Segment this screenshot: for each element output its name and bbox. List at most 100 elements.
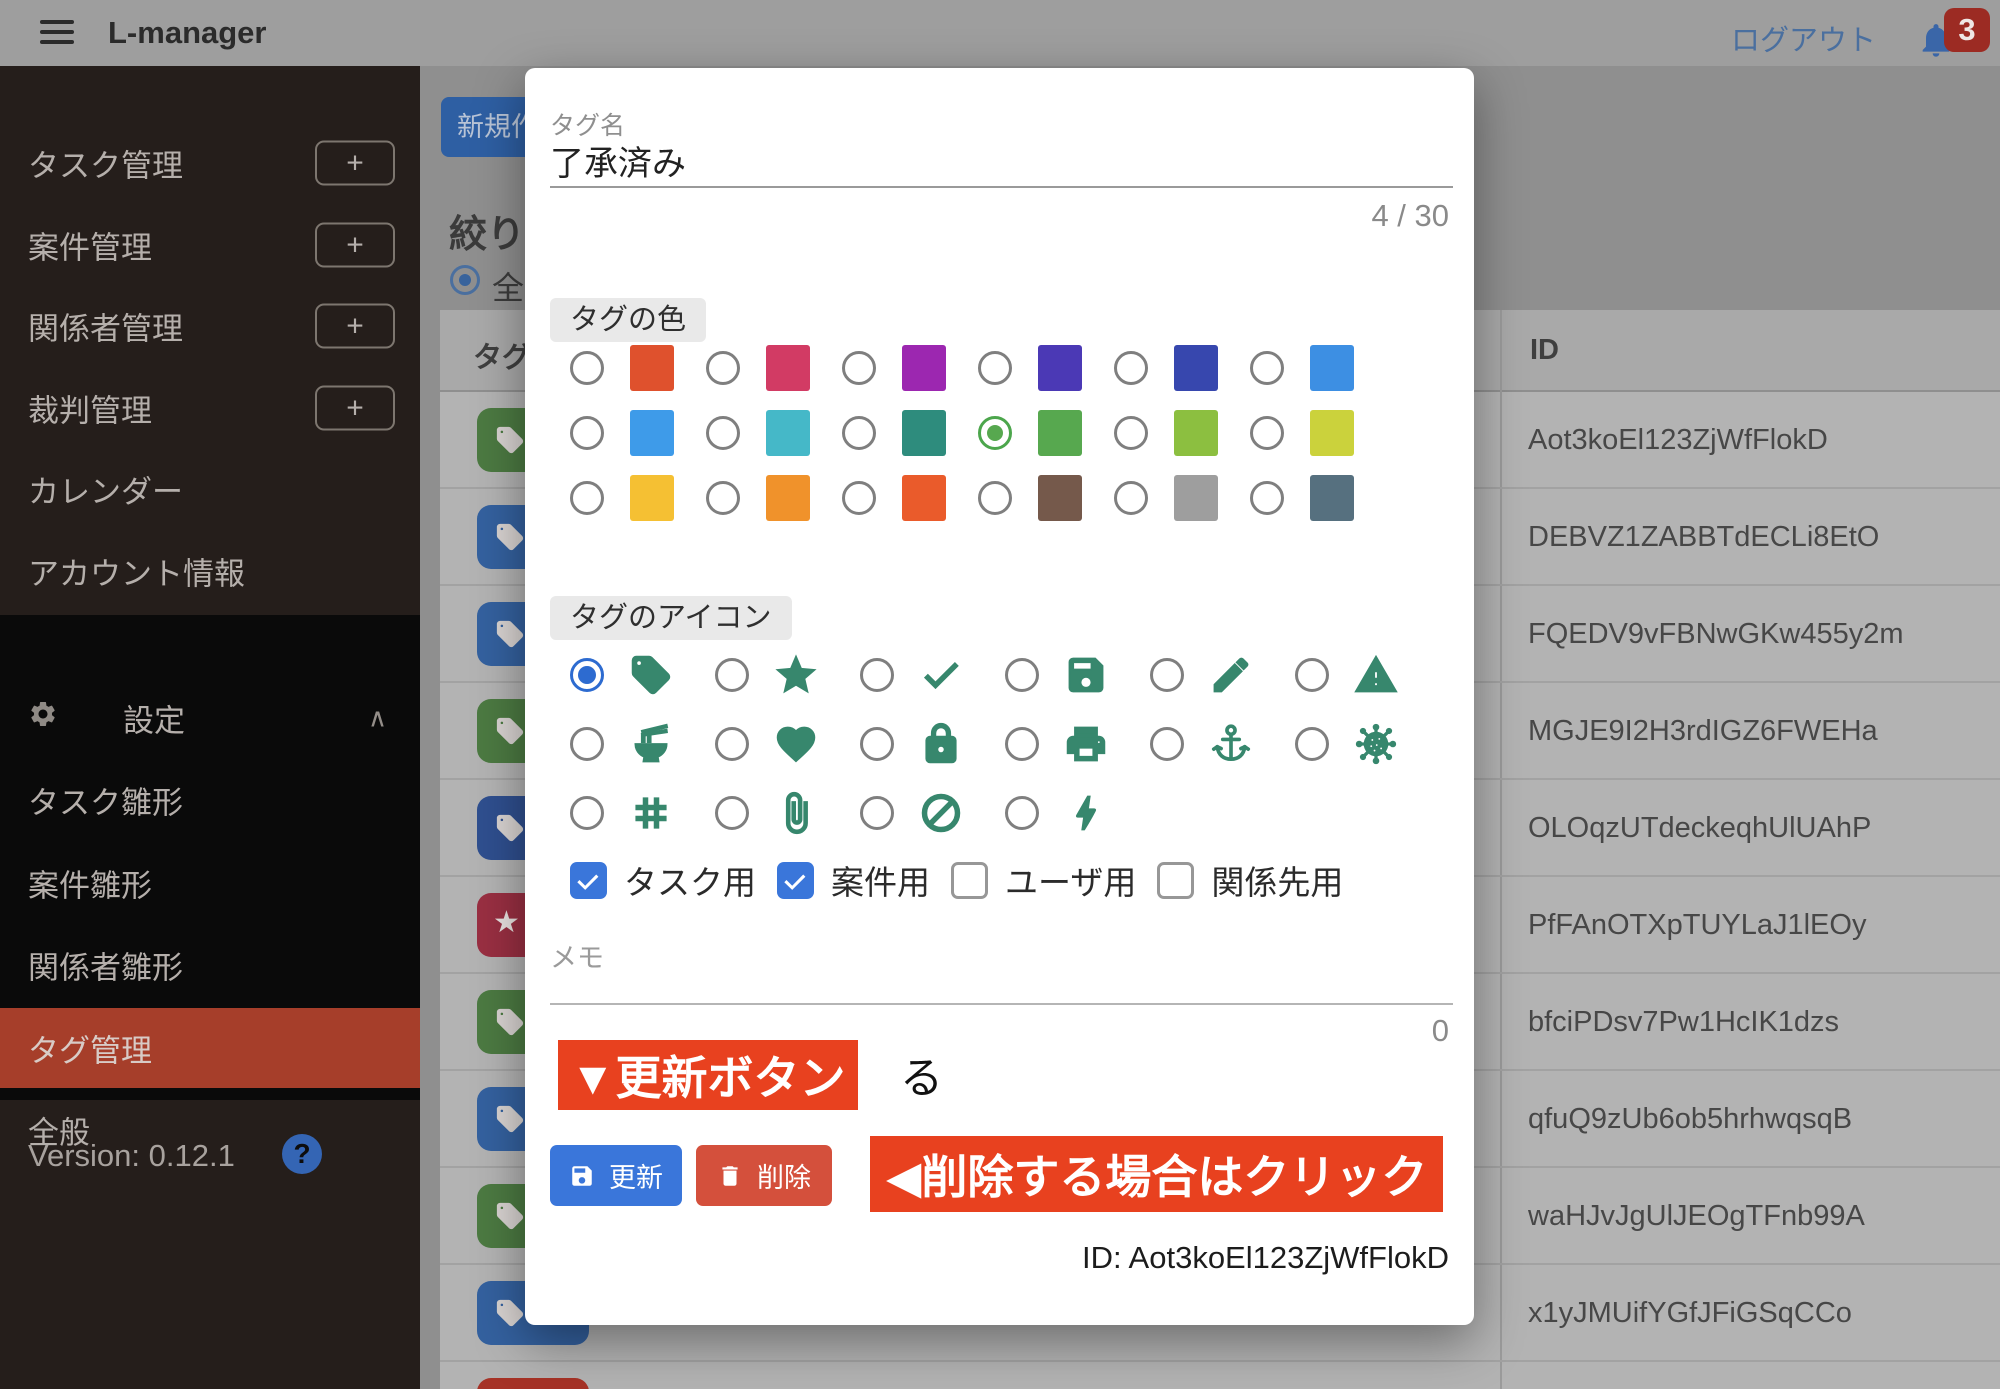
sidebar-item[interactable]: カレンダー bbox=[0, 449, 420, 529]
color-option bbox=[570, 465, 706, 530]
icon-radio[interactable] bbox=[570, 796, 604, 830]
icon-radio[interactable] bbox=[1005, 727, 1039, 761]
help-icon[interactable]: ? bbox=[282, 1134, 322, 1174]
icon-radio[interactable] bbox=[1005, 796, 1039, 830]
sidebar-item-settings[interactable]: 設定 ∧ bbox=[0, 678, 420, 758]
color-swatch[interactable] bbox=[1174, 410, 1218, 456]
add-button[interactable]: + bbox=[315, 304, 395, 349]
ramen-icon bbox=[629, 722, 673, 766]
color-radio-selected[interactable] bbox=[978, 416, 1012, 450]
usage-checkbox-item[interactable]: ユーザ用 bbox=[951, 856, 1136, 904]
color-swatch[interactable] bbox=[766, 345, 810, 391]
sidebar-item[interactable]: 関係者管理 + bbox=[0, 286, 420, 366]
sidebar-item-sub[interactable]: 関係者雛形 bbox=[0, 925, 420, 1005]
color-radio[interactable] bbox=[978, 351, 1012, 385]
icon-radio[interactable] bbox=[1150, 658, 1184, 692]
icon-radio[interactable] bbox=[570, 727, 604, 761]
tag-id-cell: bfciPDsv7Pw1HcIK1dzs bbox=[1528, 1006, 1839, 1039]
color-swatch[interactable] bbox=[766, 475, 810, 521]
color-radio[interactable] bbox=[570, 481, 604, 515]
tag-icon bbox=[495, 1298, 525, 1328]
color-radio[interactable] bbox=[706, 416, 740, 450]
icon-radio[interactable] bbox=[860, 796, 894, 830]
icon-option bbox=[1005, 640, 1150, 709]
color-swatch[interactable] bbox=[630, 410, 674, 456]
table-row[interactable] bbox=[440, 1362, 2000, 1389]
sidebar-item-sub[interactable]: タスク雛形 bbox=[0, 760, 420, 840]
color-radio[interactable] bbox=[1114, 481, 1148, 515]
icon-radio[interactable] bbox=[1005, 658, 1039, 692]
color-swatch[interactable] bbox=[902, 410, 946, 456]
usage-checkbox-item[interactable]: タスク用 bbox=[570, 856, 756, 904]
add-button[interactable]: + bbox=[315, 222, 395, 267]
color-radio[interactable] bbox=[1250, 351, 1284, 385]
color-swatch[interactable] bbox=[1174, 345, 1218, 391]
color-radio[interactable] bbox=[978, 481, 1012, 515]
color-radio[interactable] bbox=[842, 481, 876, 515]
color-swatch[interactable] bbox=[902, 475, 946, 521]
sidebar-item-active[interactable]: タグ管理 bbox=[0, 1008, 420, 1088]
icon-radio[interactable] bbox=[860, 727, 894, 761]
checkbox-checked[interactable] bbox=[777, 862, 814, 899]
checkbox-checked[interactable] bbox=[570, 862, 607, 899]
color-swatch[interactable] bbox=[1310, 410, 1354, 456]
color-radio[interactable] bbox=[706, 481, 740, 515]
add-button[interactable]: + bbox=[315, 141, 395, 186]
usage-checkbox-label: 案件用 bbox=[831, 856, 930, 904]
icon-radio[interactable] bbox=[715, 727, 749, 761]
icon-radio[interactable] bbox=[715, 658, 749, 692]
color-option bbox=[570, 400, 706, 465]
color-swatch[interactable] bbox=[766, 410, 810, 456]
color-radio[interactable] bbox=[570, 416, 604, 450]
color-swatch[interactable] bbox=[630, 475, 674, 521]
color-swatch[interactable] bbox=[630, 345, 674, 391]
color-option bbox=[1114, 335, 1250, 400]
icon-radio-selected[interactable] bbox=[570, 658, 604, 692]
color-option bbox=[1114, 400, 1250, 465]
color-radio[interactable] bbox=[842, 416, 876, 450]
checkbox-unchecked[interactable] bbox=[951, 862, 988, 899]
color-swatch[interactable] bbox=[1038, 475, 1082, 521]
update-button[interactable]: 更新 bbox=[550, 1145, 682, 1206]
sidebar-item[interactable]: アカウント情報 bbox=[0, 531, 420, 611]
app-title: L-manager bbox=[108, 15, 266, 51]
sidebar-item-sub[interactable]: 案件雛形 bbox=[0, 843, 420, 923]
usage-checkbox-item[interactable]: 案件用 bbox=[777, 856, 930, 904]
color-option bbox=[706, 465, 842, 530]
color-swatch[interactable] bbox=[1174, 475, 1218, 521]
color-option bbox=[842, 400, 978, 465]
color-swatch[interactable] bbox=[1310, 475, 1354, 521]
color-radio[interactable] bbox=[1250, 481, 1284, 515]
tag-name-input[interactable]: 了承済み bbox=[550, 136, 686, 185]
checkbox-unchecked[interactable] bbox=[1157, 862, 1194, 899]
delete-button[interactable]: 削除 bbox=[696, 1145, 832, 1206]
icon-radio[interactable] bbox=[715, 796, 749, 830]
color-radio[interactable] bbox=[706, 351, 740, 385]
menu-icon[interactable] bbox=[40, 20, 74, 46]
color-radio[interactable] bbox=[1114, 351, 1148, 385]
icon-radio[interactable] bbox=[860, 658, 894, 692]
color-radio[interactable] bbox=[842, 351, 876, 385]
sidebar-item[interactable]: 案件管理+ bbox=[0, 205, 420, 285]
icon-radio[interactable] bbox=[1150, 727, 1184, 761]
icon-radio[interactable] bbox=[1295, 658, 1329, 692]
color-swatch[interactable] bbox=[1038, 345, 1082, 391]
color-radio[interactable] bbox=[570, 351, 604, 385]
sidebar-item-label: 関係者管理 bbox=[28, 304, 183, 349]
color-swatch[interactable] bbox=[902, 345, 946, 391]
icon-option bbox=[1150, 640, 1295, 709]
usage-checkbox-item[interactable]: 関係先用 bbox=[1157, 856, 1343, 904]
sidebar-item[interactable]: タスク管理+ bbox=[0, 123, 420, 203]
paperclip-icon bbox=[774, 791, 818, 835]
color-option bbox=[570, 335, 706, 400]
warning-icon bbox=[1354, 653, 1398, 697]
logout-link[interactable]: ログアウト bbox=[1731, 17, 1876, 59]
sidebar-item[interactable]: 裁判管理+ bbox=[0, 368, 420, 448]
notification-count-badge[interactable]: 3 bbox=[1944, 8, 1990, 52]
color-swatch[interactable] bbox=[1038, 410, 1082, 456]
color-radio[interactable] bbox=[1114, 416, 1148, 450]
add-button[interactable]: + bbox=[315, 385, 395, 430]
color-radio[interactable] bbox=[1250, 416, 1284, 450]
color-swatch[interactable] bbox=[1310, 345, 1354, 391]
icon-radio[interactable] bbox=[1295, 727, 1329, 761]
